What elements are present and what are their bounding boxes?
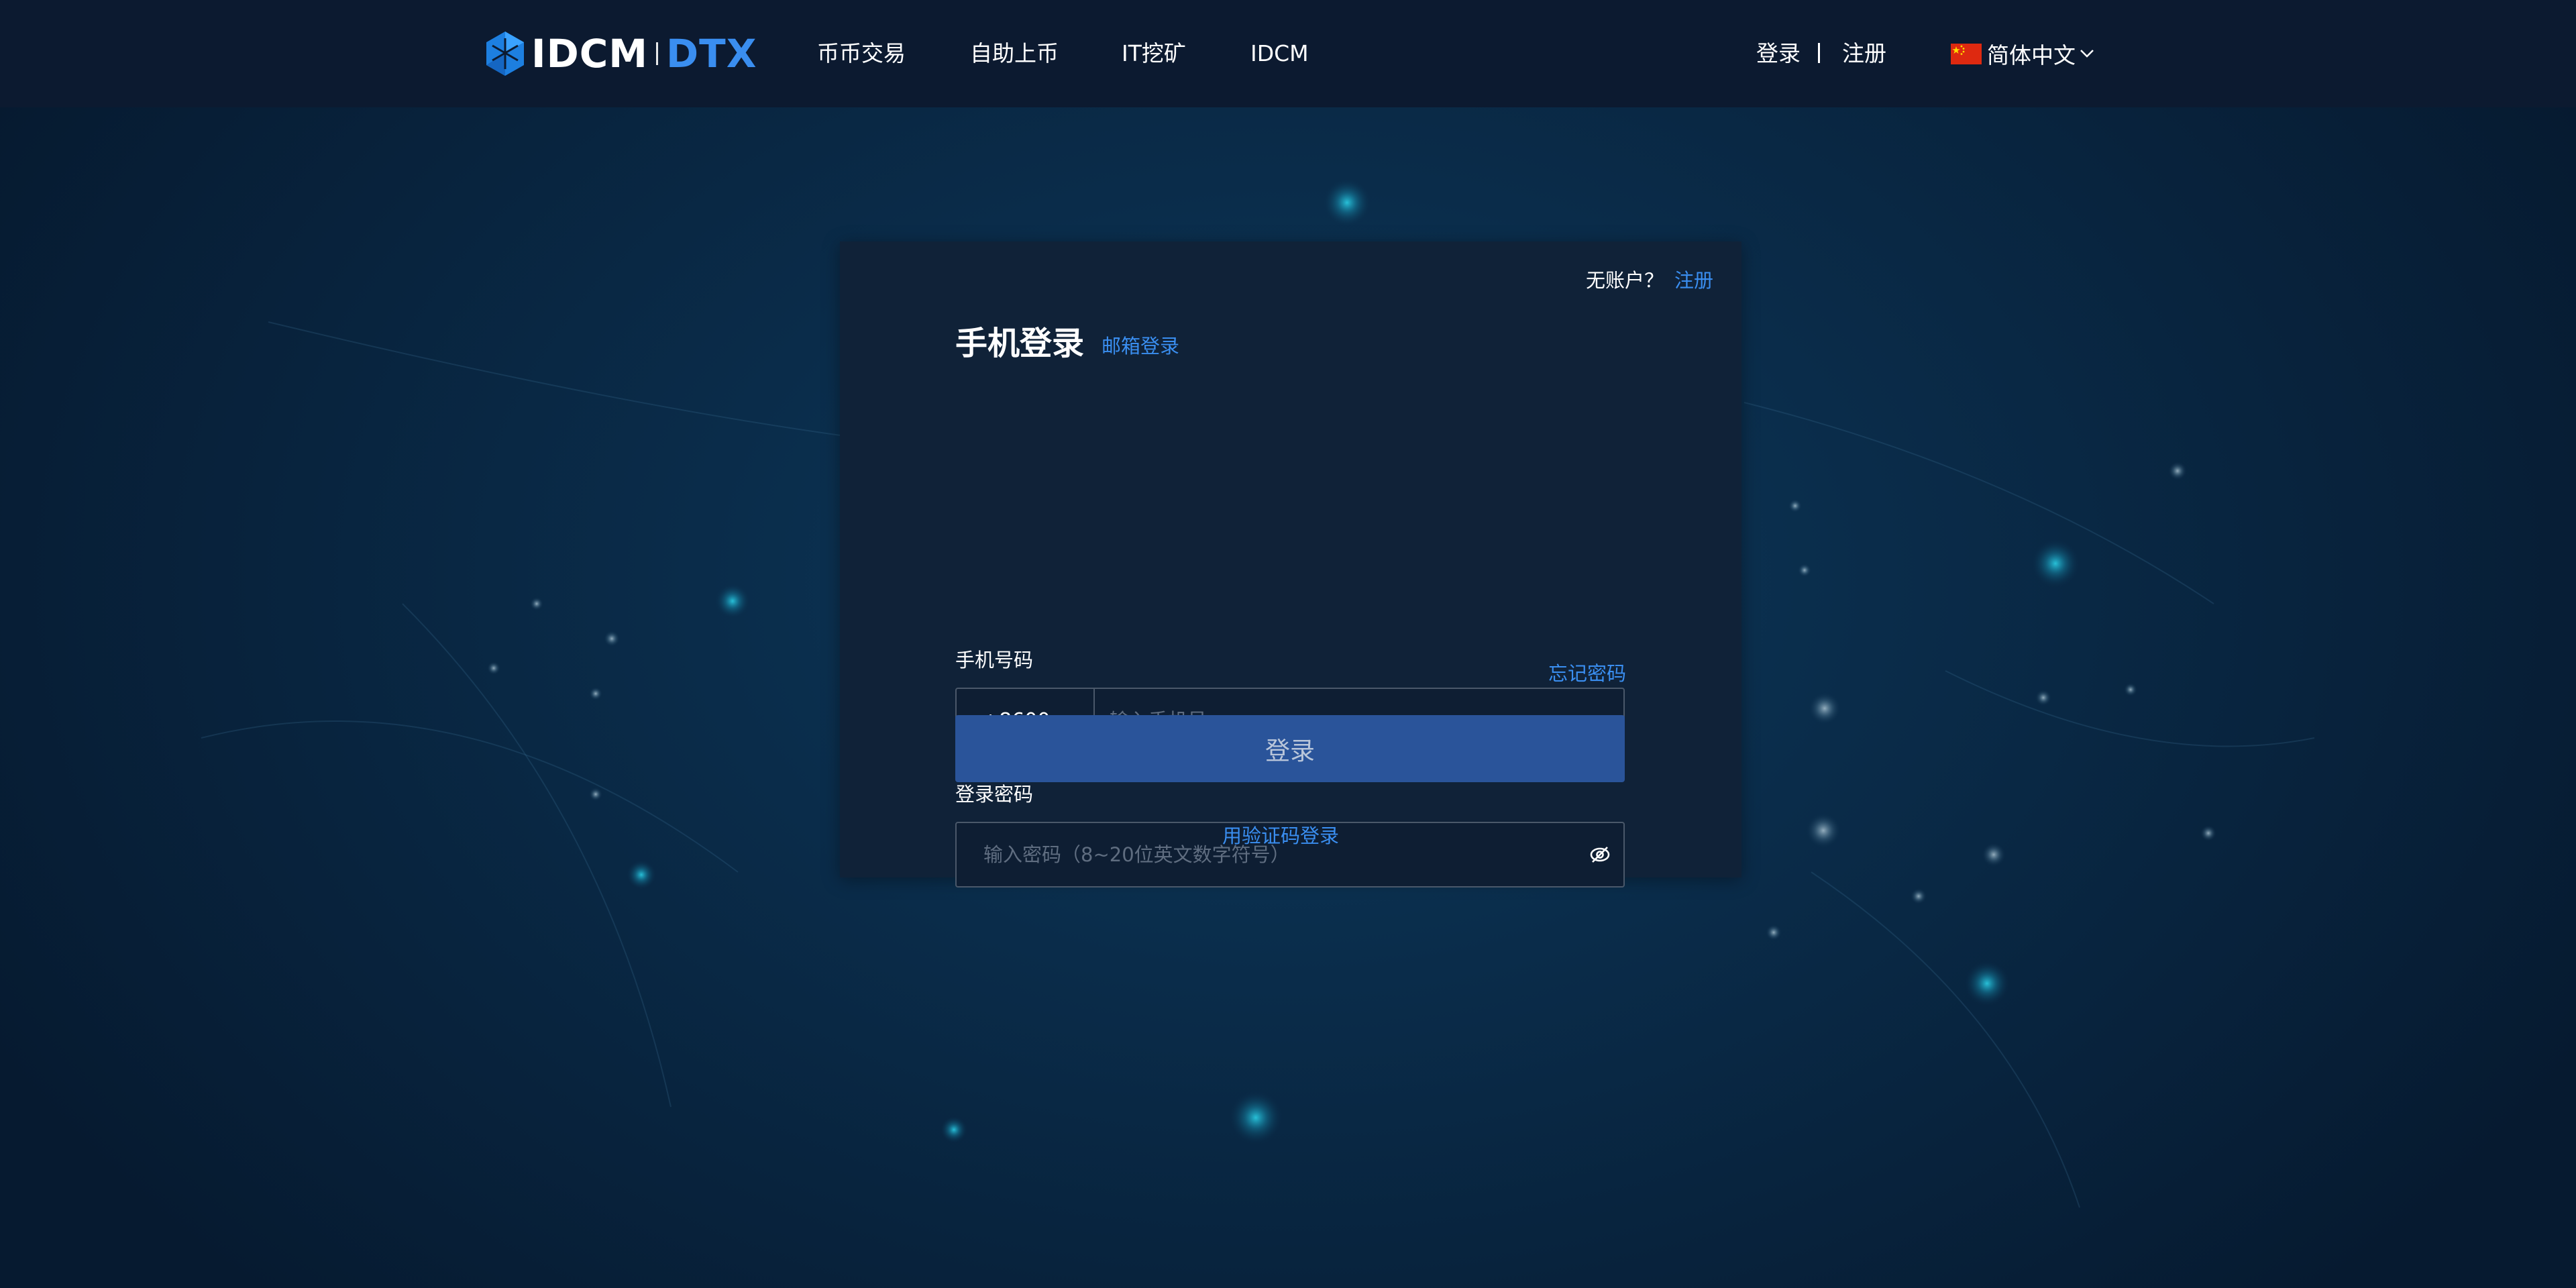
phone-label: 手机号码 [955,649,1034,672]
nav-item-idcm[interactable]: IDCM [1250,39,1309,68]
login-page: IDCM DTX 币币交易 自助上币 IT挖矿 IDCM 登录 注册 简体中文 [0,0,2576,1288]
no-account-prompt: 无账户？ 注册 [1586,267,1713,294]
login-button[interactable]: 登录 [955,715,1625,782]
auth-divider [1818,43,1820,63]
nav-item-coin-trading[interactable]: 币币交易 [817,39,906,68]
forgot-password-link[interactable]: 忘记密码 [1548,660,1626,687]
top-navigation-bar: IDCM DTX 币币交易 自助上币 IT挖矿 IDCM 登录 注册 简体中文 [0,0,2576,107]
header-register-link[interactable]: 注册 [1842,39,1886,68]
nav-item-it-mining[interactable]: IT挖矿 [1122,39,1186,68]
language-label: 简体中文 [1987,42,2076,68]
logo-text-idcm: IDCM [531,31,649,76]
idcm-hexagon-logo-icon [486,32,524,76]
card-register-link[interactable]: 注册 [1674,269,1713,292]
header-login-link[interactable]: 登录 [1756,39,1801,68]
china-flag-icon [1951,43,1982,64]
brand-logo[interactable]: IDCM DTX [484,30,757,78]
language-selector[interactable]: 简体中文 [1951,39,2094,68]
password-label: 登录密码 [955,783,1034,806]
verification-code-login-label: 用验证码登录 [1222,824,1339,847]
verification-code-login-link[interactable]: 用验证码登录 [840,822,1741,849]
email-login-link[interactable]: 邮箱登录 [1102,333,1179,360]
logo-text-dtx: DTX [666,31,757,76]
logo-divider [656,42,659,65]
page-title: 手机登录 [955,325,1085,362]
chevron-down-icon [2080,50,2094,58]
nav-item-self-listing[interactable]: 自助上币 [970,39,1059,68]
no-account-text: 无账户？ [1585,269,1664,292]
